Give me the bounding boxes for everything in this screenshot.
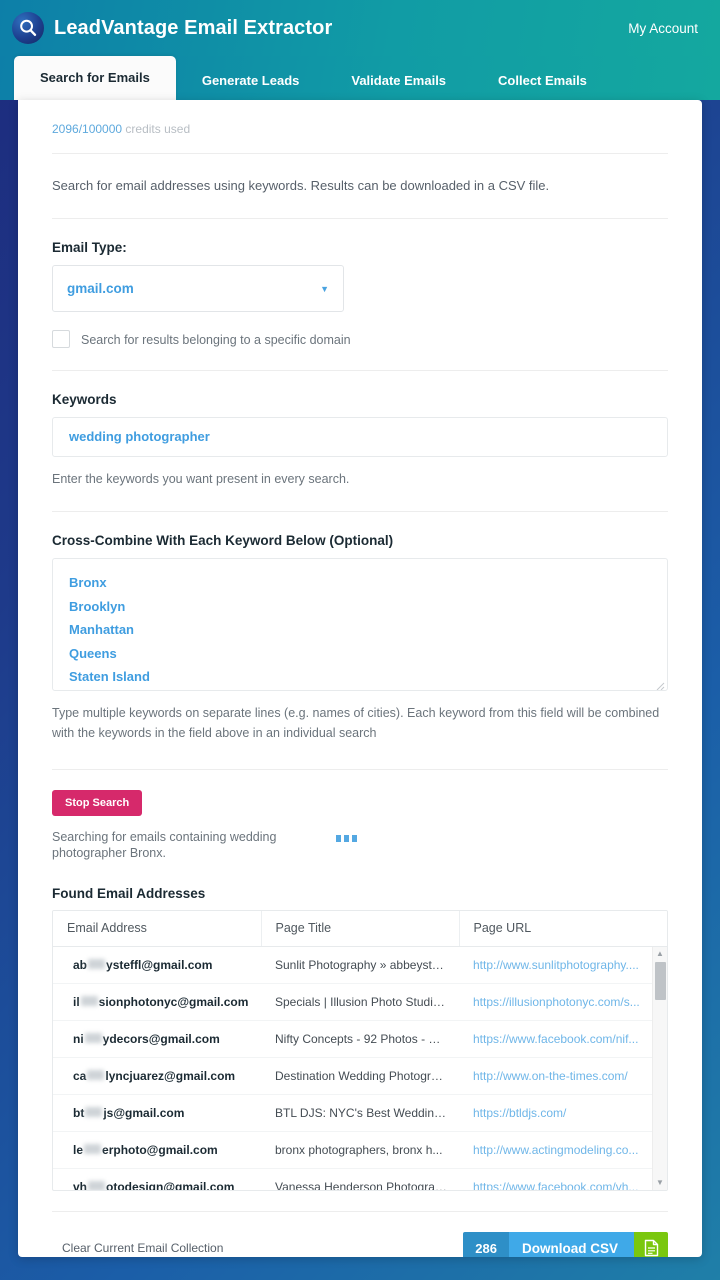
column-header-page-url: Page URL bbox=[459, 910, 667, 947]
redaction-blur bbox=[84, 1143, 102, 1154]
cross-combine-line: Queens bbox=[69, 645, 117, 661]
chevron-up-icon[interactable]: ▲ bbox=[656, 949, 664, 958]
results-scrollbar[interactable]: ▲ ▼ bbox=[652, 946, 667, 1190]
cell-page-title: Specials | Illusion Photo Studio... bbox=[261, 983, 459, 1021]
scrollbar-thumb[interactable] bbox=[655, 961, 666, 1000]
main-panel: 2096/100000 credits used Search for emai… bbox=[18, 100, 702, 1257]
cell-page-title: BTL DJS: NYC's Best Wedding D... bbox=[261, 1094, 459, 1132]
keywords-input[interactable]: wedding photographer bbox=[52, 416, 668, 457]
keywords-label: Keywords bbox=[52, 391, 117, 407]
download-count-badge: 286 bbox=[463, 1231, 509, 1257]
cross-combine-label: Cross-Combine With Each Keyword Below (O… bbox=[52, 533, 394, 549]
cell-email: bt js@gmail.com bbox=[53, 1094, 261, 1132]
credits-label: credits used bbox=[125, 122, 191, 136]
cell-page-title: bronx photographers, bronx h... bbox=[261, 1131, 459, 1169]
cell-page-title: Destination Wedding Photogra... bbox=[261, 1057, 459, 1095]
cell-page-url[interactable]: https://btldjs.com/ bbox=[459, 1094, 667, 1132]
cross-combine-line: Staten Island bbox=[69, 669, 150, 685]
email-type-select[interactable]: gmail.com ▼ bbox=[52, 265, 344, 312]
cell-email: ni ydecors@gmail.com bbox=[53, 1020, 261, 1058]
download-csv-label: Download CSV bbox=[508, 1231, 634, 1257]
cross-combine-line: Manhattan bbox=[69, 622, 134, 638]
magnifier-logo-icon bbox=[12, 12, 44, 44]
tab-collect-emails[interactable]: Collect Emails bbox=[472, 62, 613, 100]
table-row[interactable]: ca lyncjuarez@gmail.com Destination Weddi… bbox=[53, 1057, 667, 1095]
table-row[interactable]: bt js@gmail.com BTL DJS: NYC's Best Weddi… bbox=[53, 1094, 667, 1132]
tab-generate-leads[interactable]: Generate Leads bbox=[176, 62, 326, 100]
keywords-helper: Enter the keywords you want present in e… bbox=[52, 471, 350, 486]
redaction-blur bbox=[80, 995, 98, 1006]
cell-page-title: Vanessa Henderson Photograp... bbox=[261, 1168, 459, 1190]
cell-email: il sionphotonyc@gmail.com bbox=[53, 983, 261, 1021]
email-type-value: gmail.com bbox=[67, 281, 134, 296]
specific-domain-checkbox[interactable] bbox=[52, 330, 70, 348]
cell-page-title: Sunlit Photography » abbeyste... bbox=[261, 946, 459, 984]
cell-email: le erphoto@gmail.com bbox=[53, 1131, 261, 1169]
my-account-link[interactable]: My Account bbox=[628, 21, 698, 36]
table-row[interactable]: il sionphotonyc@gmail.com Specials | Illu… bbox=[53, 983, 667, 1021]
credits-line: 2096/100000 credits used bbox=[52, 100, 668, 153]
brand: LeadVantage Email Extractor bbox=[12, 12, 332, 44]
cell-page-title: Nifty Concepts - 92 Photos - Or... bbox=[261, 1020, 459, 1058]
tab-bar: Search for Emails Generate Leads Validat… bbox=[0, 56, 720, 100]
chevron-down-icon: ▼ bbox=[320, 283, 329, 294]
table-row[interactable]: ab ysteffl@gmail.com Sunlit Photography »… bbox=[53, 946, 667, 984]
cell-page-url[interactable]: http://www.sunlitphotography.... bbox=[459, 946, 667, 984]
cell-page-url[interactable]: https://www.facebook.com/vh... bbox=[459, 1168, 667, 1190]
results-table: Email Address Page Title Page URL ab yste… bbox=[52, 909, 668, 1191]
app-header: LeadVantage Email Extractor My Account bbox=[0, 0, 720, 56]
redaction-blur bbox=[88, 1180, 106, 1190]
resize-grip-icon[interactable] bbox=[655, 678, 665, 691]
loading-dots-icon bbox=[336, 834, 357, 842]
cell-page-url[interactable]: https://illusionphotonyc.com/s... bbox=[459, 983, 667, 1021]
divider bbox=[52, 768, 668, 770]
column-header-email: Email Address bbox=[53, 910, 262, 947]
keywords-value: wedding photographer bbox=[69, 429, 210, 445]
download-csv-button[interactable]: 286 Download CSV bbox=[463, 1231, 668, 1257]
redaction-blur bbox=[87, 1069, 105, 1080]
cross-combine-textarea[interactable]: Bronx Brooklyn Manhattan Queens Staten I… bbox=[52, 558, 668, 692]
column-header-page-title: Page Title bbox=[261, 910, 460, 947]
specific-domain-checkbox-row[interactable]: Search for results belonging to a specif… bbox=[52, 312, 372, 370]
cell-page-url[interactable]: http://www.actingmodeling.co... bbox=[459, 1131, 667, 1169]
found-emails-title: Found Email Addresses bbox=[52, 885, 206, 901]
table-row[interactable]: vh otodesign@gmail.com Vanessa Henderson … bbox=[53, 1168, 667, 1190]
cross-combine-line: Brooklyn bbox=[69, 598, 126, 614]
specific-domain-label: Search for results belonging to a specif… bbox=[81, 333, 351, 347]
table-row[interactable]: ni ydecors@gmail.com Nifty Concepts - 92 … bbox=[53, 1020, 667, 1058]
chevron-down-icon[interactable]: ▼ bbox=[656, 1178, 664, 1187]
cross-combine-helper: Type multiple keywords on separate lines… bbox=[52, 706, 660, 740]
search-status-text: Searching for emails containing wedding … bbox=[52, 829, 277, 860]
redaction-blur bbox=[88, 958, 106, 969]
cell-email: ca lyncjuarez@gmail.com bbox=[53, 1057, 261, 1095]
cell-email: ab ysteffl@gmail.com bbox=[53, 946, 261, 984]
redaction-blur bbox=[84, 1032, 102, 1043]
credits-amount: 2096/100000 bbox=[52, 122, 123, 136]
cell-email: vh otodesign@gmail.com bbox=[53, 1168, 261, 1190]
cell-page-url[interactable]: http://www.on-the-times.com/ bbox=[459, 1057, 667, 1095]
cell-page-url[interactable]: https://www.facebook.com/nif... bbox=[459, 1020, 667, 1058]
table-row[interactable]: le erphoto@gmail.com bronx photographers,… bbox=[53, 1131, 667, 1169]
search-status-row: Searching for emails containing wedding … bbox=[52, 816, 668, 861]
tab-search-for-emails[interactable]: Search for Emails bbox=[14, 56, 176, 100]
stop-search-button[interactable]: Stop Search bbox=[52, 789, 143, 816]
intro-text: Search for email addresses using keyword… bbox=[52, 178, 550, 193]
app-title: LeadVantage Email Extractor bbox=[54, 16, 333, 39]
csv-file-icon bbox=[634, 1231, 668, 1257]
tab-validate-emails[interactable]: Validate Emails bbox=[325, 62, 472, 100]
clear-collection-link[interactable]: Clear Current Email Collection bbox=[52, 1241, 223, 1255]
panel-footer: Clear Current Email Collection 286 Downl… bbox=[52, 1212, 668, 1257]
email-type-label: Email Type: bbox=[52, 240, 127, 255]
cross-combine-line: Bronx bbox=[69, 575, 107, 591]
redaction-blur bbox=[85, 1106, 103, 1117]
